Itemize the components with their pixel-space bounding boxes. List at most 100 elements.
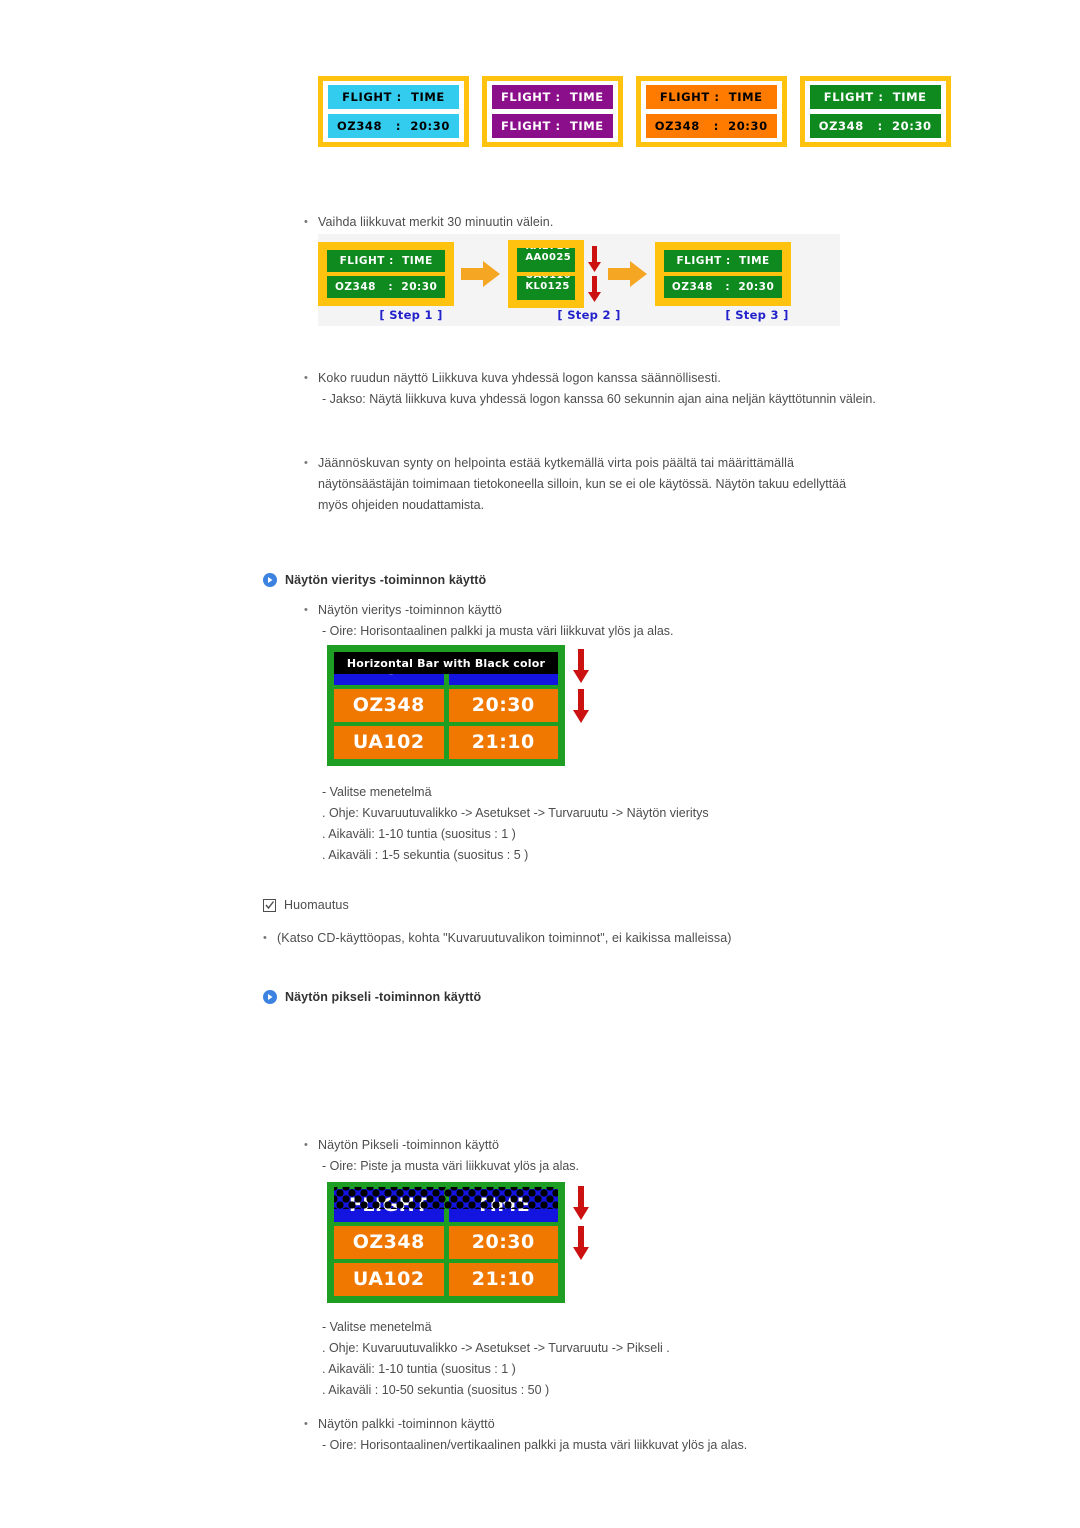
board-row-header: FLIGHT : TIME: [491, 85, 613, 109]
full-screen-block: • Koko ruudun näyttö Liikkuva kuva yhdes…: [304, 368, 964, 410]
board-row-header: FLIGHT : TIME: [645, 85, 777, 109]
sample-board-purple: FLIGHT : TIME FLIGHT : TIME: [481, 76, 623, 147]
scroll-bullet-text: Näytön vieritys -toiminnon käyttö: [318, 603, 502, 617]
sample-board-cyan: FLIGHT : TIME OZ348 : 20:30: [318, 76, 469, 147]
note-body-row: • (Katso CD-käyttöopas, kohta "Kuvaruutu…: [263, 928, 963, 949]
scroll-display-panel: Horizontal Bar with Black color FLIGHT T…: [327, 645, 565, 766]
horizontal-black-bar: Horizontal Bar with Black color: [334, 652, 558, 674]
step1-header-row: FLIGHT : TIME: [327, 250, 446, 272]
pixel-steps-list: - Valitse menetelmä . Ohje: Kuvaruutuval…: [322, 1317, 942, 1401]
display-row-1: OZ348 20:30: [334, 1226, 558, 1259]
step3-label: [ Step 3 ]: [725, 308, 789, 322]
step3-board: FLIGHT : TIME OZ348 : 20:30: [654, 242, 792, 306]
moving-characters-text: Vaihda liikkuvat merkit 30 minuutin väle…: [318, 215, 554, 229]
arrow-circle-icon: [263, 990, 277, 1004]
screen-scroll-graphic: Horizontal Bar with Black color FLIGHT T…: [327, 645, 589, 766]
screen-pixel-graphic: FLIGHT TIME OZ348 20:30 UA102 21:10: [327, 1182, 589, 1303]
pixel-section-header: Näytön pikseli -toiminnon käyttö: [263, 990, 481, 1004]
board-row-header: FLIGHT : TIME: [328, 85, 459, 109]
down-arrow-icon-1: [573, 649, 589, 683]
pixel-display-panel: FLIGHT TIME OZ348 20:30 UA102 21:10: [327, 1182, 565, 1303]
sample-board-orange: FLIGHT : TIME OZ348 : 20:30: [635, 76, 787, 147]
pixel-section-title: Näytön pikseli -toiminnon käyttö: [285, 990, 482, 1004]
full-screen-sub: - Jakso: Näytä liikkuva kuva yhdessä log…: [322, 392, 876, 406]
pixel-bullet-text: Näytön Pikseli -toiminnon käyttö: [318, 1138, 500, 1152]
step3-flight-row: OZ348 : 20:30: [663, 276, 783, 298]
down-arrow-icon-1: [587, 246, 601, 272]
display-cell-timeval: 21:10: [448, 726, 558, 759]
bullet-dot: •: [304, 372, 308, 384]
bullet-dot: •: [304, 457, 308, 469]
document-page: FLIGHT : TIME OZ348 : 20:30 FLIGHT : TIM…: [0, 0, 1080, 1528]
bar-symptom-text: - Oire: Horisontaalinen/vertikaalinen pa…: [322, 1438, 748, 1452]
bullet-dot: •: [304, 1139, 308, 1151]
bullet-dot: •: [304, 604, 308, 616]
scroll-section-body: • Näytön vieritys -toiminnon käyttö - Oi…: [304, 600, 924, 642]
display-cell-flightno: OZ348: [334, 1226, 444, 1259]
pixel-bullet: • Näytön Pikseli -toiminnon käyttö: [304, 1135, 924, 1156]
sample-board-strip: FLIGHT : TIME OZ348 : 20:30 FLIGHT : TIM…: [318, 76, 951, 147]
scroll-bullet: • Näytön vieritys -toiminnon käyttö: [304, 600, 924, 621]
display-cell-timeval: 20:30: [448, 689, 558, 722]
scroll-down-arrow-group: [573, 645, 589, 723]
arrow-circle-icon: [263, 573, 277, 587]
scroll-symptom-text: - Oire: Horisontaalinen palkki ja musta …: [322, 624, 674, 638]
step1-flight-row: OZ348 : 20:30: [327, 276, 446, 298]
step2-board: KA1710 : 12:00 AA0025 : 12:35 UA0110 : 1…: [508, 240, 584, 308]
pixel-step-2: . Aikaväli: 1-10 tuntia (suositus : 1 ): [322, 1362, 516, 1376]
afterimage-line-2: näytönsäästäjän toimimaan tietokoneella …: [318, 477, 847, 491]
scroll-steps-list: - Valitse menetelmä . Ohje: Kuvaruutuval…: [322, 782, 942, 866]
display-cell-flightno: UA102: [334, 1263, 444, 1296]
step3-header-row: FLIGHT : TIME: [663, 250, 783, 272]
checkbox-icon: [263, 899, 276, 912]
pixel-step-1: . Ohje: Kuvaruutuvalikko -> Asetukset ->…: [322, 1341, 670, 1355]
scroll-step-0: - Valitse menetelmä: [322, 785, 432, 799]
board-row-header: FLIGHT : TIME: [809, 85, 941, 109]
step-diagram: FLIGHT : TIME OZ348 : 20:30 KA1710 : 12:…: [318, 234, 840, 326]
board-row-flight: OZ348 : 20:30: [328, 114, 459, 138]
note-title-row: Huomautus: [263, 895, 349, 916]
step1-board: FLIGHT : TIME OZ348 : 20:30: [318, 242, 455, 306]
display-cell-flightno: OZ348: [334, 689, 444, 722]
step2-label: [ Step 2 ]: [557, 308, 621, 322]
step1-label: [ Step 1 ]: [379, 308, 443, 322]
step2-header-row: KA1710 : 12:00 AA0025 : 12:35: [517, 248, 575, 272]
right-arrow-icon-1: [461, 259, 501, 289]
display-cell-flightno: UA102: [334, 726, 444, 759]
pixel-step-3: . Aikaväli : 10-50 sekuntia (suositus : …: [322, 1383, 550, 1397]
pixel-step-0: - Valitse menetelmä: [322, 1320, 432, 1334]
scroll-section-title: Näytön vieritys -toiminnon käyttö: [285, 573, 487, 587]
step2-flight-row: UA0110 : 13:30 KL0125 : 13:50: [517, 276, 575, 300]
down-arrow-icon-2: [573, 1226, 589, 1260]
bullet-dot: •: [304, 1418, 308, 1430]
right-arrow-icon-2: [607, 259, 648, 289]
pixel-section-body: • Näytön Pikseli -toiminnon käyttö - Oir…: [304, 1135, 924, 1177]
pixel-down-arrow-group: [573, 1182, 589, 1260]
step-label-row: [ Step 1 ] [ Step 2 ] [ Step 3 ]: [318, 308, 840, 322]
bar-bullet-text: Näytön palkki -toiminnon käyttö: [318, 1417, 495, 1431]
note-body-text: (Katso CD-käyttöopas, kohta "Kuvaruutuva…: [277, 931, 732, 945]
bar-section-body: • Näytön palkki -toiminnon käyttö - Oire…: [304, 1414, 964, 1456]
display-row-2: UA102 21:10: [334, 726, 558, 759]
pixel-symptom-text: - Oire: Piste ja musta väri liikkuvat yl…: [322, 1159, 580, 1173]
afterimage-block: • Jäännöskuvan synty on helpointa estää …: [304, 453, 904, 516]
step2-line1b: AA0025 : 12:35: [525, 252, 572, 263]
display-row-2: UA102 21:10: [334, 1263, 558, 1296]
down-arrow-icon-1: [573, 1186, 589, 1220]
afterimage-bullet: • Jäännöskuvan synty on helpointa estää …: [304, 453, 904, 474]
full-screen-bullet: • Koko ruudun näyttö Liikkuva kuva yhdes…: [304, 368, 964, 389]
scroll-step-3: . Aikaväli : 1-5 sekuntia (suositus : 5 …: [322, 848, 529, 862]
board-row-flight: OZ348 : 20:30: [809, 114, 941, 138]
step2-line2b: KL0125 : 13:50: [525, 281, 570, 292]
board-row-flight: OZ348 : 20:30: [645, 114, 777, 138]
moving-characters-bullet: • Vaihda liikkuvat merkit 30 minuutin vä…: [304, 212, 944, 233]
display-cell-timeval: 21:10: [448, 1263, 558, 1296]
afterimage-line-3: myös ohjeiden noudattamista.: [318, 498, 485, 512]
scroll-step-1: . Ohje: Kuvaruutuvalikko -> Asetukset ->…: [322, 806, 709, 820]
scroll-section-header: Näytön vieritys -toiminnon käyttö: [263, 573, 486, 587]
display-row-1: OZ348 20:30: [334, 689, 558, 722]
pixel-dot-band: [334, 1187, 558, 1209]
bullet-dot: •: [263, 932, 267, 944]
bar-bullet: • Näytön palkki -toiminnon käyttö: [304, 1414, 964, 1435]
scroll-step-2: . Aikaväli: 1-10 tuntia (suositus : 1 ): [322, 827, 516, 841]
